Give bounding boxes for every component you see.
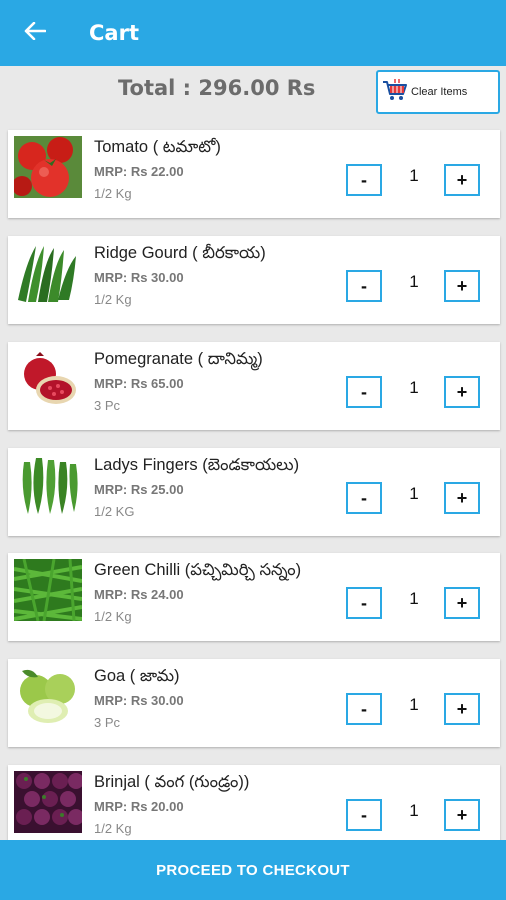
cart-total: Total : 296.00 Rs bbox=[118, 76, 316, 100]
cart-list[interactable]: Tomato ( టమాటో) MRP: Rs 22.00 1/2 Kg - 1… bbox=[0, 120, 506, 840]
item-mrp: MRP: Rs 30.00 bbox=[94, 270, 184, 285]
cart-icon bbox=[382, 78, 408, 106]
cart-item-pomegranate: Pomegranate ( దానిమ్మ) MRP: Rs 65.00 3 P… bbox=[8, 342, 500, 430]
cart-item-goa: Goa ( జామ) MRP: Rs 30.00 3 Pc - 1 + bbox=[8, 659, 500, 747]
item-mrp: MRP: Rs 20.00 bbox=[94, 799, 184, 814]
increase-quantity-button[interactable]: + bbox=[444, 376, 480, 408]
item-quantity: 1 bbox=[409, 166, 419, 185]
increase-quantity-button[interactable]: + bbox=[444, 164, 480, 196]
decrease-quantity-button[interactable]: - bbox=[346, 693, 382, 725]
clear-items-button[interactable]: Clear Items bbox=[376, 70, 500, 114]
increase-quantity-button[interactable]: + bbox=[444, 693, 480, 725]
arrow-left-icon bbox=[24, 21, 47, 44]
item-name: Tomato ( టమాటో) bbox=[94, 138, 221, 156]
decrease-quantity-button[interactable]: - bbox=[346, 799, 382, 831]
item-name: Ridge Gourd ( బీరకాయ) bbox=[94, 244, 266, 262]
app-bar: Cart bbox=[0, 0, 506, 66]
item-unit: 1/2 Kg bbox=[94, 821, 132, 836]
item-name: Pomegranate ( దానిమ్మ) bbox=[94, 350, 263, 368]
item-mrp: MRP: Rs 24.00 bbox=[94, 587, 184, 602]
item-name: Ladys Fingers (బెండకాయలు) bbox=[94, 456, 300, 474]
ridge-gourd-image bbox=[14, 242, 82, 304]
cart-item-ridge-gourd: Ridge Gourd ( బీరకాయ) MRP: Rs 30.00 1/2 … bbox=[8, 236, 500, 324]
decrease-quantity-button[interactable]: - bbox=[346, 587, 382, 619]
item-mrp: MRP: Rs 30.00 bbox=[94, 693, 184, 708]
item-quantity: 1 bbox=[409, 695, 419, 714]
item-mrp: MRP: Rs 65.00 bbox=[94, 376, 184, 391]
item-mrp: MRP: Rs 25.00 bbox=[94, 482, 184, 497]
clear-items-label: Clear Items bbox=[411, 86, 468, 98]
increase-quantity-button[interactable]: + bbox=[444, 270, 480, 302]
decrease-quantity-button[interactable]: - bbox=[346, 164, 382, 196]
item-unit: 1/2 Kg bbox=[94, 609, 132, 624]
item-mrp: MRP: Rs 22.00 bbox=[94, 164, 184, 179]
cart-item-ladys-fingers: Ladys Fingers (బెండకాయలు) MRP: Rs 25.00 … bbox=[8, 448, 500, 536]
ladys-fingers-image bbox=[14, 454, 82, 516]
item-unit: 3 Pc bbox=[94, 398, 121, 413]
back-button[interactable] bbox=[0, 0, 70, 66]
decrease-quantity-button[interactable]: - bbox=[346, 270, 382, 302]
pomegranate-image bbox=[14, 348, 82, 410]
brinjal-image bbox=[14, 771, 82, 833]
cart-item-green-chilli: Green Chilli (పచ్చిమిర్చి సన్నం) MRP: Rs… bbox=[8, 553, 500, 641]
cart-item-tomato: Tomato ( టమాటో) MRP: Rs 22.00 1/2 Kg - 1… bbox=[8, 130, 500, 218]
item-name: Brinjal ( వంగ (గుండ్రం)) bbox=[94, 773, 250, 791]
item-name: Goa ( జామ) bbox=[94, 667, 180, 685]
increase-quantity-button[interactable]: + bbox=[444, 799, 480, 831]
item-unit: 3 Pc bbox=[94, 715, 121, 730]
item-quantity: 1 bbox=[409, 589, 419, 608]
item-quantity: 1 bbox=[409, 801, 419, 820]
proceed-to-checkout-button[interactable]: PROCEED TO CHECKOUT bbox=[0, 840, 506, 900]
decrease-quantity-button[interactable]: - bbox=[346, 482, 382, 514]
item-unit: 1/2 KG bbox=[94, 504, 135, 519]
cart-item-brinjal: Brinjal ( వంగ (గుండ్రం)) MRP: Rs 20.00 1… bbox=[8, 765, 500, 840]
item-quantity: 1 bbox=[409, 272, 419, 291]
decrease-quantity-button[interactable]: - bbox=[346, 376, 382, 408]
guava-image bbox=[14, 665, 82, 727]
increase-quantity-button[interactable]: + bbox=[444, 482, 480, 514]
item-unit: 1/2 Kg bbox=[94, 292, 132, 307]
item-unit: 1/2 Kg bbox=[94, 186, 132, 201]
page-title: Cart bbox=[89, 21, 139, 45]
tomato-image bbox=[14, 136, 82, 198]
item-quantity: 1 bbox=[409, 484, 419, 503]
increase-quantity-button[interactable]: + bbox=[444, 587, 480, 619]
item-quantity: 1 bbox=[409, 378, 419, 397]
item-name: Green Chilli (పచ్చిమిర్చి సన్నం) bbox=[94, 561, 302, 579]
green-chilli-image bbox=[14, 559, 82, 621]
